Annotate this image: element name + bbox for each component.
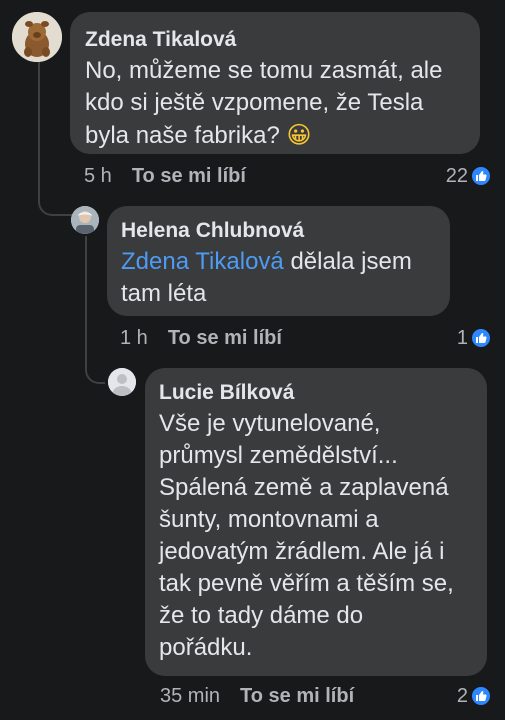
thumbs-up-icon	[471, 686, 491, 706]
comment-meta: 5 h To se mi líbí	[84, 163, 246, 189]
reaction-count[interactable]: 1	[457, 325, 491, 351]
plush-toy-avatar-icon	[12, 12, 62, 62]
comment-bubble: Zdena Tikalová No, můžeme se tomu zasmát…	[70, 12, 480, 154]
like-button[interactable]: To se mi líbí	[240, 685, 354, 708]
default-avatar-icon	[108, 368, 136, 396]
mention-link[interactable]: Zdena Tikalová	[121, 248, 284, 275]
comment-bubble: Lucie Bílková Vše je vytunelované, průmy…	[145, 368, 487, 676]
like-button[interactable]: To se mi líbí	[168, 327, 282, 350]
avatar[interactable]	[12, 12, 62, 62]
thumbs-up-icon	[471, 328, 491, 348]
avatar[interactable]	[108, 368, 136, 396]
reaction-count[interactable]: 2	[457, 683, 491, 709]
grinning-face-emoji: 😀	[286, 121, 312, 149]
comment-author[interactable]: Lucie Bílková	[159, 378, 473, 408]
reaction-count-value: 22	[445, 164, 468, 187]
comment-bubble: Helena Chlubnová Zdena Tikalová dělala j…	[107, 206, 450, 316]
comment-text: No, můžeme se tomu zasmát, ale kdo si je…	[85, 57, 443, 149]
comment-meta: 35 min To se mi líbí	[160, 683, 354, 709]
comment-meta: 1 h To se mi líbí	[120, 325, 282, 351]
thumbs-up-icon	[471, 166, 491, 186]
comment-author[interactable]: Helena Chlubnová	[121, 216, 436, 246]
reaction-count-value: 2	[456, 684, 468, 707]
thread-connector-2	[85, 236, 105, 384]
portrait-avatar-icon	[71, 206, 99, 234]
reaction-count-value: 1	[456, 326, 468, 349]
reaction-count[interactable]: 22	[446, 163, 491, 189]
comment-time[interactable]: 35 min	[160, 685, 220, 708]
thread-connector-1	[38, 62, 72, 216]
comment-time[interactable]: 5 h	[84, 165, 112, 188]
comment-author[interactable]: Zdena Tikalová	[85, 25, 465, 55]
comment-text: Zdena Tikalová dělala jsem tam léta	[121, 248, 412, 307]
comment-time[interactable]: 1 h	[120, 327, 148, 350]
avatar[interactable]	[71, 206, 99, 234]
like-button[interactable]: To se mi líbí	[132, 165, 246, 188]
comment-text: Vše je vytunelované, průmysl zemědělství…	[159, 410, 454, 661]
